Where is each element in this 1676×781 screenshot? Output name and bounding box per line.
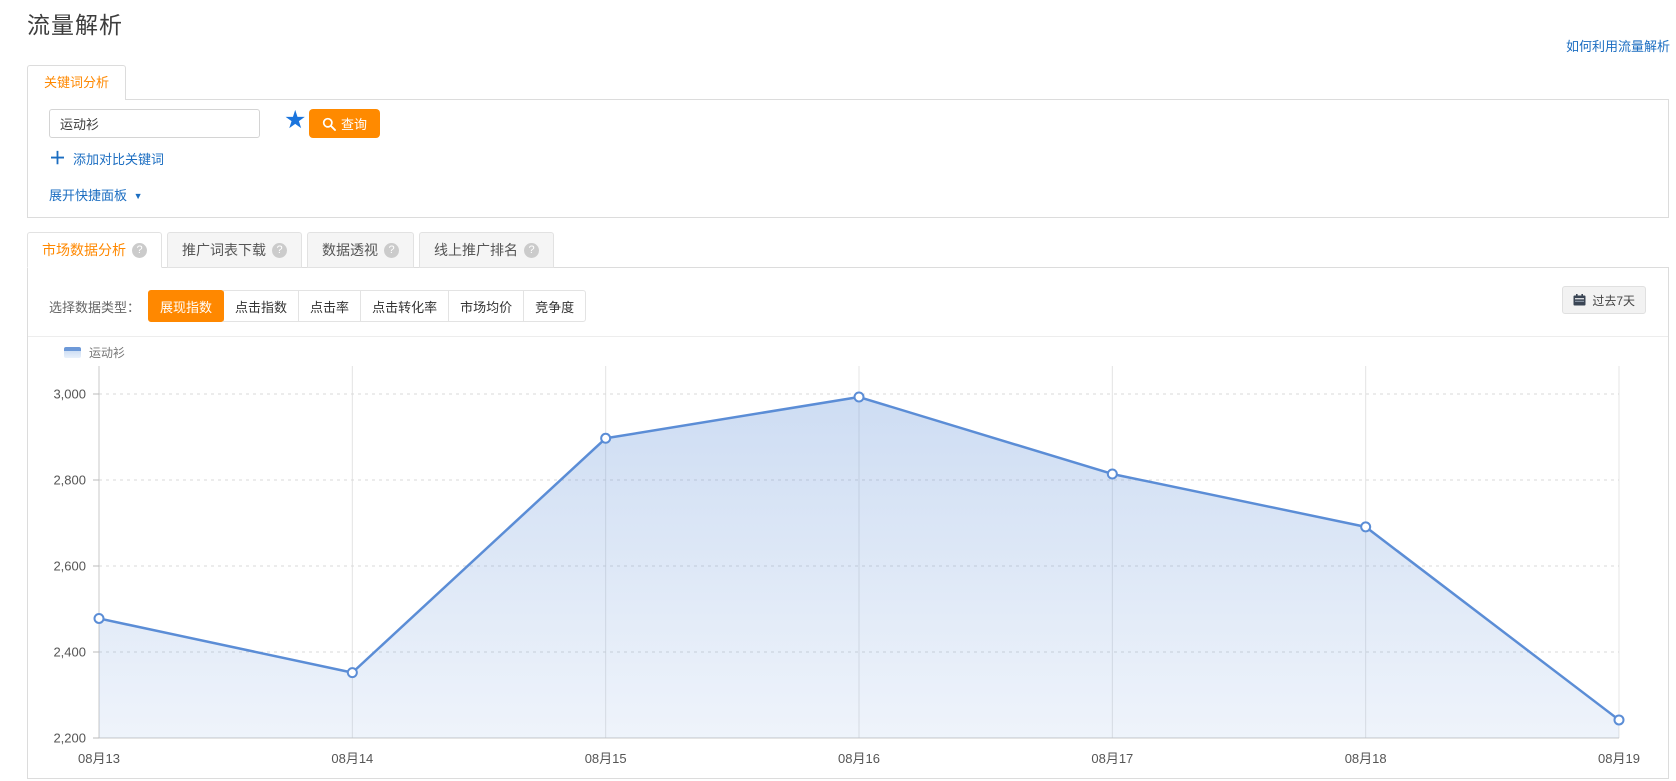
series-area (99, 397, 1619, 738)
tab-online-promo-ranking[interactable]: 线上推广排名? (419, 232, 554, 268)
y-tick-label: 2,200 (53, 731, 86, 746)
data-type-button-click-conversion-rate[interactable]: 点击转化率 (360, 290, 449, 322)
traffic-analysis-page: 流量解析 如何利用流量解析 关键词分析 ★ 查询 ＋ 添加对比关键词 展开快捷面… (0, 0, 1676, 781)
data-type-button-competition[interactable]: 竞争度 (523, 290, 586, 322)
x-tick-label: 08月14 (331, 751, 373, 766)
data-point[interactable] (601, 434, 610, 443)
x-tick-label: 08月16 (838, 751, 880, 766)
tab-label: 市场数据分析 (42, 240, 126, 260)
date-range-label: 过去7天 (1592, 292, 1635, 309)
x-tick-label: 08月13 (78, 751, 120, 766)
search-icon (322, 117, 336, 131)
help-icon[interactable]: ? (132, 243, 147, 258)
x-tick-label: 08月18 (1345, 751, 1387, 766)
tab-label: 线上推广排名 (434, 240, 518, 260)
x-tick-label: 08月19 (1598, 751, 1640, 766)
x-tick-label: 08月15 (585, 751, 627, 766)
data-point[interactable] (1361, 522, 1370, 531)
data-type-selector-row: 选择数据类型： 展现指数点击指数点击率点击转化率市场均价竞争度 (49, 290, 586, 322)
y-tick-label: 2,400 (53, 645, 86, 660)
data-type-button-market-avg-price[interactable]: 市场均价 (448, 290, 524, 322)
trend-chart[interactable]: 2,200 2,400 2,600 2,800 3,000 08月13 08月14 08月15… (28, 341, 1670, 779)
page-title: 流量解析 (27, 6, 123, 40)
data-type-button-click-index[interactable]: 点击指数 (223, 290, 299, 322)
data-type-button-click-rate[interactable]: 点击率 (298, 290, 361, 322)
query-button[interactable]: 查询 (309, 109, 380, 138)
divider (28, 336, 1668, 337)
data-point[interactable] (1108, 469, 1117, 478)
query-button-label: 查询 (341, 114, 367, 133)
data-point[interactable] (95, 614, 104, 623)
y-tick-label: 2,600 (53, 559, 86, 574)
tab-label: 数据透视 (322, 240, 378, 260)
y-axis-labels: 2,200 2,400 2,600 2,800 3,000 (53, 387, 86, 746)
plus-icon: ＋ (49, 150, 66, 167)
y-tick-label: 2,800 (53, 473, 86, 488)
keyword-panel: ★ 查询 ＋ 添加对比关键词 展开快捷面板 ▼ (27, 99, 1669, 218)
date-range-button[interactable]: 过去7天 (1562, 286, 1646, 314)
tab-market-data-analysis[interactable]: 市场数据分析? (27, 232, 162, 268)
data-point[interactable] (855, 393, 864, 402)
help-icon[interactable]: ? (524, 243, 539, 258)
add-compare-label: 添加对比关键词 (73, 149, 164, 168)
y-tick-label: 3,000 (53, 387, 86, 402)
x-tick-label: 08月17 (1091, 751, 1133, 766)
expand-quick-panel-link[interactable]: 展开快捷面板 ▼ (49, 185, 143, 204)
data-type-button-group: 展现指数点击指数点击率点击转化率市场均价竞争度 (148, 290, 586, 322)
analysis-tab-bar: 市场数据分析?推广词表下载?数据透视?线上推广排名? (27, 232, 554, 268)
caret-down-icon: ▼ (134, 191, 143, 201)
trend-chart-svg: 2,200 2,400 2,600 2,800 3,000 08月13 08月14 08月15… (28, 341, 1670, 779)
expand-quick-panel-label: 展开快捷面板 (49, 188, 127, 203)
help-icon[interactable]: ? (384, 243, 399, 258)
data-type-button-impression-index[interactable]: 展现指数 (148, 290, 224, 322)
tab-keyword-analysis[interactable]: 关键词分析 (27, 65, 126, 100)
help-link[interactable]: 如何利用流量解析 (1566, 36, 1670, 55)
x-axis-labels: 08月13 08月14 08月15 08月16 08月17 08月18 08月19 (78, 751, 1640, 766)
market-data-panel: 选择数据类型： 展现指数点击指数点击率点击转化率市场均价竞争度 过去7天 运动衫… (27, 267, 1669, 779)
calendar-icon (1573, 294, 1586, 306)
data-point[interactable] (348, 668, 357, 677)
data-point[interactable] (1615, 715, 1624, 724)
keyword-input[interactable] (49, 109, 260, 138)
tab-label: 推广词表下载 (182, 240, 266, 260)
tab-promo-wordlist-download[interactable]: 推广词表下载? (167, 232, 302, 268)
data-type-label: 选择数据类型： (49, 297, 140, 316)
favorite-star-icon[interactable]: ★ (284, 106, 306, 135)
tab-data-pivot[interactable]: 数据透视? (307, 232, 414, 268)
add-compare-keyword-link[interactable]: ＋ 添加对比关键词 (49, 149, 164, 168)
help-icon[interactable]: ? (272, 243, 287, 258)
